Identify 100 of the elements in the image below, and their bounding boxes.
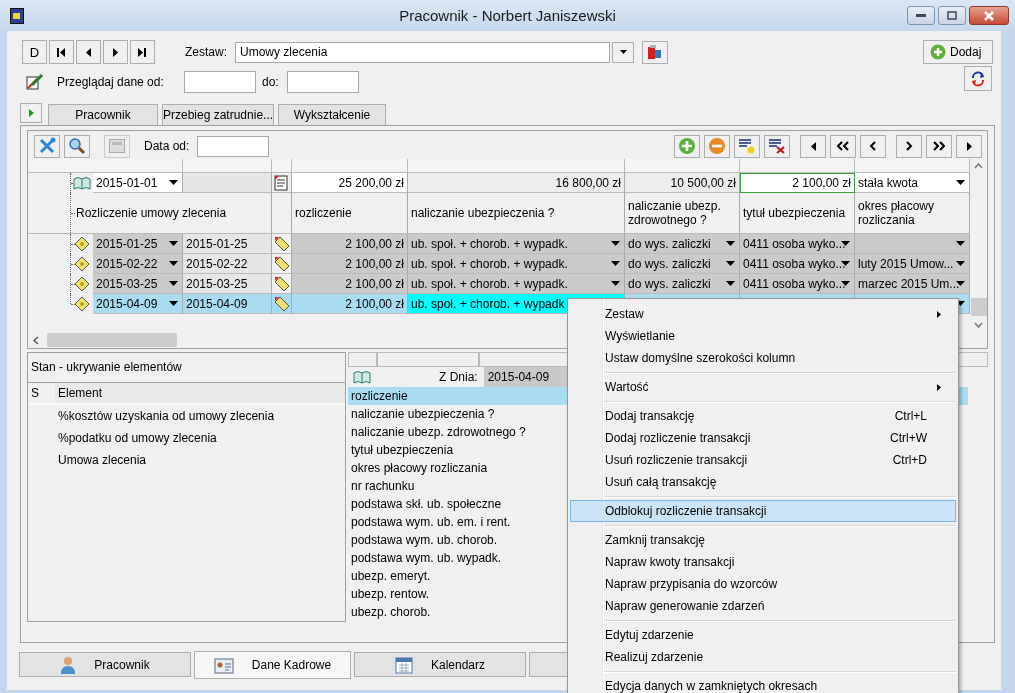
add-button[interactable]: Dodaj — [923, 40, 993, 64]
page-forward-button[interactable] — [926, 134, 952, 158]
insurance-dropdown[interactable]: ub. społ. + chorob. + wypadk. — [408, 274, 625, 294]
menu-item[interactable]: Dodaj transakcję Ctrl+L — [570, 405, 956, 427]
date-from-field[interactable] — [184, 70, 256, 93]
menu-item[interactable]: Edycja danych w zamkniętych okresach — [570, 675, 956, 693]
list-item[interactable]: Umowa zlecenia — [28, 449, 345, 471]
add-row-button[interactable] — [674, 134, 700, 158]
scroll-end-button[interactable] — [956, 134, 982, 158]
tab[interactable]: Przebieg zatrudnie... — [162, 104, 274, 125]
scroll-start-button[interactable] — [800, 134, 826, 158]
table-cell: 2015-01-25 — [183, 234, 272, 254]
last-record-button[interactable] — [130, 40, 155, 64]
play-icon — [28, 109, 34, 117]
maximize-icon — [947, 11, 957, 20]
list-item[interactable]: %kosztów uzyskania od umowy zlecenia — [28, 405, 345, 427]
book-icon — [353, 370, 371, 384]
minimize-button[interactable] — [907, 6, 935, 25]
menu-item[interactable]: Ustaw domyślne szerokości kolumn — [570, 347, 956, 369]
date-dropdown[interactable]: 2015-02-22 — [93, 254, 183, 274]
list-item[interactable]: %podatku od umowy zlecenia — [28, 427, 345, 449]
menu-item[interactable]: Wartość — [570, 376, 956, 398]
insurance-dropdown[interactable]: ub. społ. + chorob. + wypadk. — [408, 254, 625, 274]
menu-item[interactable]: Usuń rozliczenie transakcji Ctrl+D — [570, 449, 956, 471]
date-dropdown[interactable]: 2015-03-25 — [93, 274, 183, 294]
title-dropdown[interactable]: 0411 osoba wyko... — [740, 234, 855, 254]
health-dropdown[interactable]: do wys. zaliczki — [625, 274, 740, 294]
caret-icon — [956, 261, 965, 266]
page-back-button[interactable] — [830, 134, 856, 158]
date-from-field[interactable] — [197, 135, 270, 157]
last-icon — [138, 47, 147, 57]
left-chevron-icon — [33, 335, 39, 345]
chevron-right-icon — [905, 141, 913, 151]
period-dropdown[interactable]: luty 2015 Umow... — [855, 254, 970, 274]
health-dropdown[interactable]: do wys. zaliczki — [625, 254, 740, 274]
new-record-button[interactable]: D — [22, 40, 47, 64]
date-dropdown[interactable]: 2015-01-25 — [93, 234, 183, 254]
date-dropdown[interactable]: 2015-01-01 — [93, 173, 183, 193]
table-cell: 2 100,00 zł — [292, 294, 408, 314]
date-dropdown[interactable]: 2015-04-09 — [93, 294, 183, 314]
menu-item[interactable]: Wyświetlanie — [570, 325, 956, 347]
caret-icon — [619, 50, 627, 54]
menu-item[interactable]: Realizuj zdarzenie — [570, 646, 956, 668]
refresh-button[interactable] — [964, 66, 992, 91]
scrollbar-thumb[interactable] — [970, 298, 987, 316]
period-dropdown[interactable]: marzec 2015 Um... — [855, 274, 970, 294]
previous-icon — [85, 47, 92, 57]
scrollbar-thumb[interactable] — [47, 333, 177, 347]
app-icon — [10, 7, 24, 24]
minimize-icon — [916, 13, 926, 18]
dropdown-button[interactable] — [612, 41, 634, 63]
forward-button[interactable] — [896, 134, 922, 158]
banknote-icon — [73, 256, 91, 272]
left-triangle-icon — [810, 141, 816, 151]
maximize-button[interactable] — [938, 6, 966, 25]
tab[interactable]: Wykształcenie — [278, 104, 386, 125]
first-record-button[interactable] — [49, 40, 74, 64]
amount-field[interactable]: 2 100,00 zł — [740, 173, 855, 193]
menu-item[interactable]: Edytuj zdarzenie — [570, 624, 956, 646]
tab[interactable]: Pracownik — [19, 652, 191, 677]
tab[interactable]: Pracownik — [48, 104, 158, 125]
id-card-icon — [213, 656, 234, 674]
title-dropdown[interactable]: 0411 osoba wyko... — [740, 274, 855, 294]
back-button[interactable] — [860, 134, 886, 158]
search-button[interactable] — [64, 134, 90, 158]
double-chevron-left-icon — [836, 141, 850, 151]
menu-item[interactable]: Napraw generowanie zdarzeń — [570, 595, 956, 617]
date-label: Z Dnia: — [439, 370, 478, 384]
first-icon — [57, 47, 66, 57]
title-dropdown[interactable]: 0411 osoba wyko... — [740, 254, 855, 274]
up-chevron-icon — [974, 163, 983, 169]
close-icon — [983, 10, 995, 21]
insurance-dropdown[interactable]: ub. społ. + chorob. + wypadk. — [408, 234, 625, 254]
table-cell: 25 200,00 zł — [292, 173, 408, 193]
tab[interactable]: Dane Kadrowe — [194, 651, 351, 679]
remove-row-button[interactable] — [704, 134, 730, 158]
tools-button[interactable] — [34, 134, 60, 158]
column-header: naliczanie ubezp. zdrowotnego ? — [625, 193, 740, 234]
previous-record-button[interactable] — [76, 40, 101, 64]
menu-item[interactable]: Odblokuj rozliczenie transakcji — [570, 500, 956, 522]
pencil-icon — [26, 72, 44, 91]
double-chevron-right-icon — [932, 141, 946, 151]
close-button[interactable] — [969, 6, 1009, 25]
mode-dropdown[interactable]: stała kwota — [855, 173, 970, 193]
insert-line-button[interactable] — [734, 134, 760, 158]
menu-item[interactable]: Zamknij transakcję — [570, 529, 956, 551]
settings-button[interactable] — [642, 40, 668, 64]
zestaw-dropdown[interactable]: Umowy zlecenia — [235, 41, 610, 63]
menu-item[interactable]: Dodaj rozliczenie transakcji Ctrl+W — [570, 427, 956, 449]
tab[interactable]: Kalendarz — [354, 652, 526, 677]
next-record-button[interactable] — [103, 40, 128, 64]
menu-item[interactable]: Napraw przypisania do wzorców — [570, 573, 956, 595]
table-cell: 2 100,00 zł — [292, 234, 408, 254]
expand-button[interactable] — [20, 103, 42, 123]
menu-item[interactable]: Usuń całą transakcję — [570, 471, 956, 493]
health-dropdown[interactable]: do wys. zaliczki — [625, 234, 740, 254]
date-to-field[interactable] — [286, 70, 359, 93]
delete-line-button[interactable] — [764, 134, 790, 158]
menu-item[interactable]: Napraw kwoty transakcji — [570, 551, 956, 573]
table-cell: 10 500,00 zł — [625, 173, 740, 193]
